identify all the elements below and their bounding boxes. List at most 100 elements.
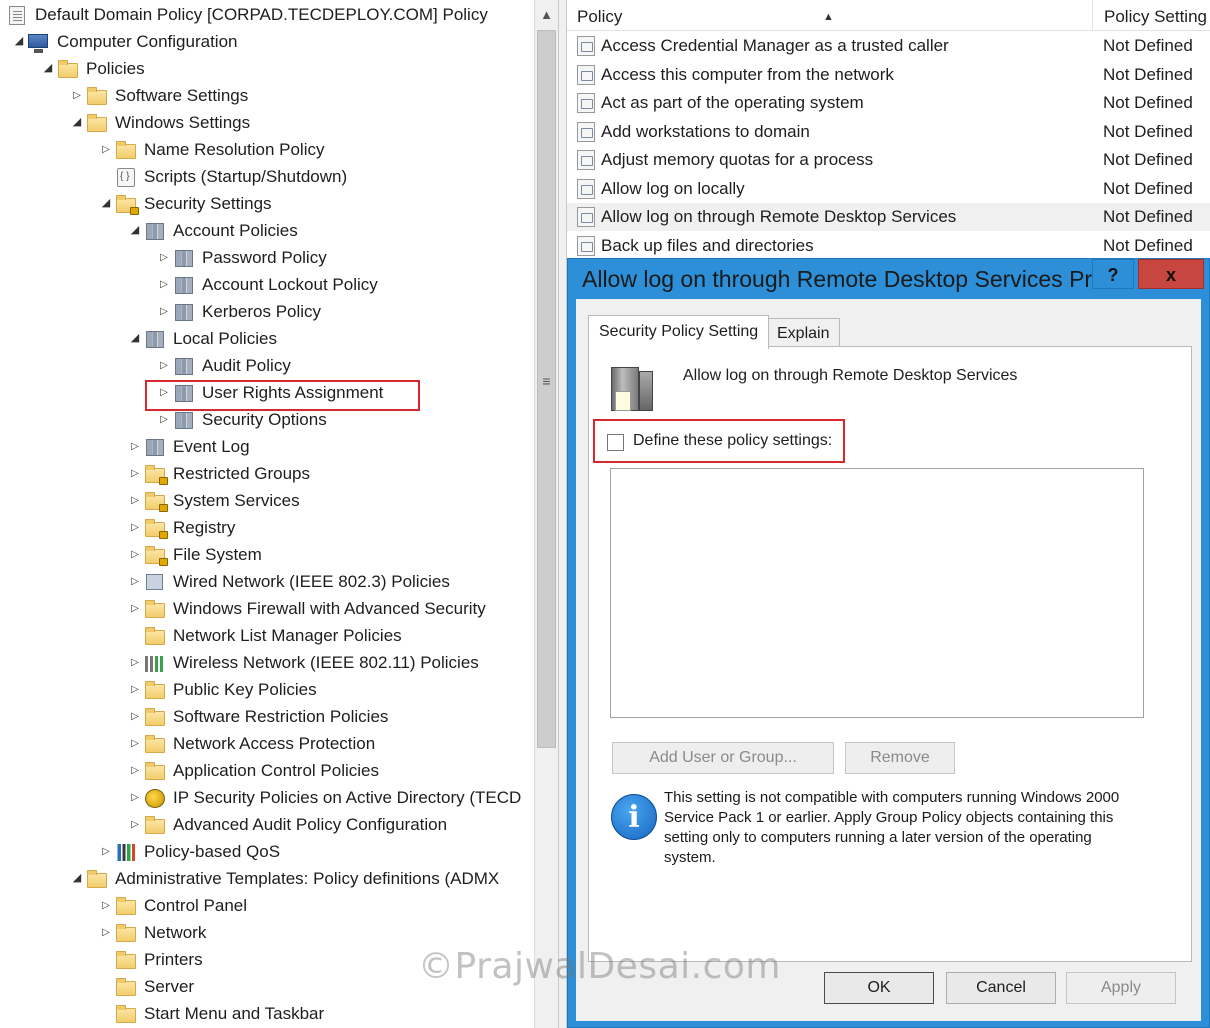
tree-item[interactable]: ▷ Wireless Network (IEEE 802.11) Policies bbox=[126, 649, 479, 676]
expanded-arrow-icon[interactable]: ◢ bbox=[10, 28, 28, 55]
collapsed-arrow-icon[interactable]: ▷ bbox=[126, 487, 144, 514]
tree-item-label: File System bbox=[173, 545, 262, 564]
tree-item[interactable]: ▷ Network bbox=[97, 919, 206, 946]
column-header-policy-setting[interactable]: Policy Setting bbox=[1094, 0, 1210, 31]
collapsed-arrow-icon[interactable]: ▷ bbox=[126, 568, 144, 595]
collapsed-arrow-icon[interactable]: ▷ bbox=[126, 595, 144, 622]
policy-row[interactable]: Allow log on through Remote Desktop Serv… bbox=[567, 203, 1210, 231]
tree-item[interactable]: Scripts (Startup/Shutdown) bbox=[97, 163, 347, 190]
tree-item[interactable]: Printers bbox=[97, 946, 203, 973]
tree-item[interactable]: ◢ Administrative Templates: Policy defini… bbox=[68, 865, 499, 892]
tree-item[interactable]: ▷ Audit Policy bbox=[155, 352, 291, 379]
collapsed-arrow-icon[interactable]: ▷ bbox=[126, 514, 144, 541]
tree-item[interactable]: ▷ Application Control Policies bbox=[126, 757, 379, 784]
tree-item[interactable]: ▷ Control Panel bbox=[97, 892, 247, 919]
collapsed-arrow-icon[interactable]: ▷ bbox=[155, 352, 173, 379]
cancel-button[interactable]: Cancel bbox=[946, 972, 1056, 1004]
tree-item[interactable]: Server bbox=[97, 973, 194, 1000]
tree-item[interactable]: Network List Manager Policies bbox=[126, 622, 402, 649]
define-policy-label[interactable]: Define these policy settings: bbox=[633, 432, 832, 450]
policy-row[interactable]: Allow log on locally Not Defined bbox=[567, 175, 1210, 203]
define-policy-checkbox[interactable] bbox=[607, 434, 624, 451]
tree-item[interactable]: ▷ Policy-based QoS bbox=[97, 838, 280, 865]
tree-item[interactable]: ▷ IP Security Policies on Active Director… bbox=[126, 784, 521, 811]
tree-root-label: Default Domain Policy [CORPAD.TECDEPLOY.… bbox=[35, 5, 488, 24]
scroll-thumb[interactable] bbox=[537, 30, 556, 748]
expanded-arrow-icon[interactable]: ◢ bbox=[39, 55, 57, 82]
remove-button[interactable]: Remove bbox=[845, 742, 955, 774]
tree-item[interactable]: ◢ Local Policies bbox=[126, 325, 277, 352]
tree-root[interactable]: Default Domain Policy [CORPAD.TECDEPLOY.… bbox=[6, 1, 488, 28]
tree-item[interactable]: ▷ Public Key Policies bbox=[126, 676, 316, 703]
tree-item[interactable]: ◢ Security Settings bbox=[97, 190, 272, 217]
collapsed-arrow-icon[interactable]: ▷ bbox=[126, 433, 144, 460]
column-header-policy[interactable]: Policy ▲ bbox=[567, 0, 1093, 31]
policy-item-icon bbox=[577, 121, 595, 142]
collapsed-arrow-icon[interactable]: ▷ bbox=[126, 541, 144, 568]
help-button[interactable]: ? bbox=[1092, 259, 1134, 289]
policy-row[interactable]: Access Credential Manager as a trusted c… bbox=[567, 32, 1210, 60]
collapsed-arrow-icon[interactable]: ▷ bbox=[68, 82, 86, 109]
collapsed-arrow-icon[interactable]: ▷ bbox=[97, 838, 115, 865]
collapsed-arrow-icon[interactable]: ▷ bbox=[126, 811, 144, 838]
expanded-arrow-icon[interactable]: ◢ bbox=[97, 190, 115, 217]
tree-item[interactable]: ▷ Software Restriction Policies bbox=[126, 703, 388, 730]
policy-row[interactable]: Access this computer from the network Not… bbox=[567, 61, 1210, 89]
tree-item[interactable]: ▷ Restricted Groups bbox=[126, 460, 310, 487]
tree-item[interactable]: ▷ Advanced Audit Policy Configuration bbox=[126, 811, 447, 838]
tree-item-label: Application Control Policies bbox=[173, 761, 379, 780]
tree-item[interactable]: ▷ File System bbox=[126, 541, 262, 568]
policy-row[interactable]: Back up files and directories Not Defined bbox=[567, 232, 1210, 259]
tree-item[interactable]: Start Menu and Taskbar bbox=[97, 1000, 324, 1027]
tree-item[interactable]: ◢ Policies bbox=[39, 55, 145, 82]
ok-button[interactable]: OK bbox=[824, 972, 934, 1004]
expanded-arrow-icon[interactable]: ◢ bbox=[126, 325, 144, 352]
tree-item[interactable]: ▷ Kerberos Policy bbox=[155, 298, 321, 325]
policy-book-icon bbox=[144, 437, 166, 457]
tree-item[interactable]: ▷ Name Resolution Policy bbox=[97, 136, 324, 163]
close-button[interactable]: x bbox=[1138, 259, 1204, 289]
policy-row[interactable]: Adjust memory quotas for a process Not De… bbox=[567, 146, 1210, 174]
tree-item[interactable]: ▷ Wired Network (IEEE 802.3) Policies bbox=[126, 568, 450, 595]
collapsed-arrow-icon[interactable]: ▷ bbox=[155, 244, 173, 271]
tree-item[interactable]: ▷ Software Settings bbox=[68, 82, 248, 109]
tree-item[interactable]: ▷ System Services bbox=[126, 487, 300, 514]
tree-scrollbar[interactable]: ▲ ≡ bbox=[534, 0, 558, 1028]
tree-item[interactable]: ◢ Windows Settings bbox=[68, 109, 250, 136]
collapsed-arrow-icon[interactable]: ▷ bbox=[155, 271, 173, 298]
collapsed-arrow-icon[interactable]: ▷ bbox=[126, 703, 144, 730]
tree-item[interactable]: ◢ Computer Configuration bbox=[10, 28, 237, 55]
tree-item[interactable]: ◢ Account Policies bbox=[126, 217, 298, 244]
collapsed-arrow-icon[interactable]: ▷ bbox=[97, 136, 115, 163]
tree-item[interactable]: ▷ Account Lockout Policy bbox=[155, 271, 378, 298]
collapsed-arrow-icon[interactable]: ▷ bbox=[97, 919, 115, 946]
scroll-up-arrow-icon[interactable]: ▲ bbox=[535, 2, 558, 28]
add-user-or-group-button[interactable]: Add User or Group... bbox=[612, 742, 834, 774]
scroll-grip-icon: ≡ bbox=[542, 373, 551, 389]
collapsed-arrow-icon[interactable]: ▷ bbox=[126, 460, 144, 487]
tab-explain[interactable]: Explain bbox=[766, 318, 841, 348]
collapsed-arrow-icon[interactable]: ▷ bbox=[126, 784, 144, 811]
collapsed-arrow-icon[interactable]: ▷ bbox=[126, 730, 144, 757]
expanded-arrow-icon[interactable]: ◢ bbox=[68, 109, 86, 136]
collapsed-arrow-icon[interactable]: ▷ bbox=[97, 892, 115, 919]
pane-splitter[interactable] bbox=[558, 0, 567, 1028]
tab-security-policy-setting[interactable]: Security Policy Setting bbox=[588, 315, 770, 349]
tree-item-label: Password Policy bbox=[202, 248, 327, 267]
collapsed-arrow-icon[interactable]: ▷ bbox=[126, 676, 144, 703]
computer-icon bbox=[28, 32, 50, 53]
tree-item[interactable]: ▷ Network Access Protection bbox=[126, 730, 375, 757]
apply-button[interactable]: Apply bbox=[1066, 972, 1176, 1004]
collapsed-arrow-icon[interactable]: ▷ bbox=[155, 298, 173, 325]
collapsed-arrow-icon[interactable]: ▷ bbox=[126, 757, 144, 784]
collapsed-arrow-icon[interactable]: ▷ bbox=[126, 649, 144, 676]
policy-row[interactable]: Add workstations to domain Not Defined bbox=[567, 118, 1210, 146]
policy-row[interactable]: Act as part of the operating system Not D… bbox=[567, 89, 1210, 117]
expanded-arrow-icon[interactable]: ◢ bbox=[68, 865, 86, 892]
tree-item[interactable]: ▷ Registry bbox=[126, 514, 235, 541]
expanded-arrow-icon[interactable]: ◢ bbox=[126, 217, 144, 244]
tree-item[interactable]: ▷ Windows Firewall with Advanced Security bbox=[126, 595, 486, 622]
tree-item[interactable]: ▷ Password Policy bbox=[155, 244, 327, 271]
tree-item[interactable]: ▷ Event Log bbox=[126, 433, 249, 460]
users-groups-listbox[interactable] bbox=[610, 468, 1144, 718]
